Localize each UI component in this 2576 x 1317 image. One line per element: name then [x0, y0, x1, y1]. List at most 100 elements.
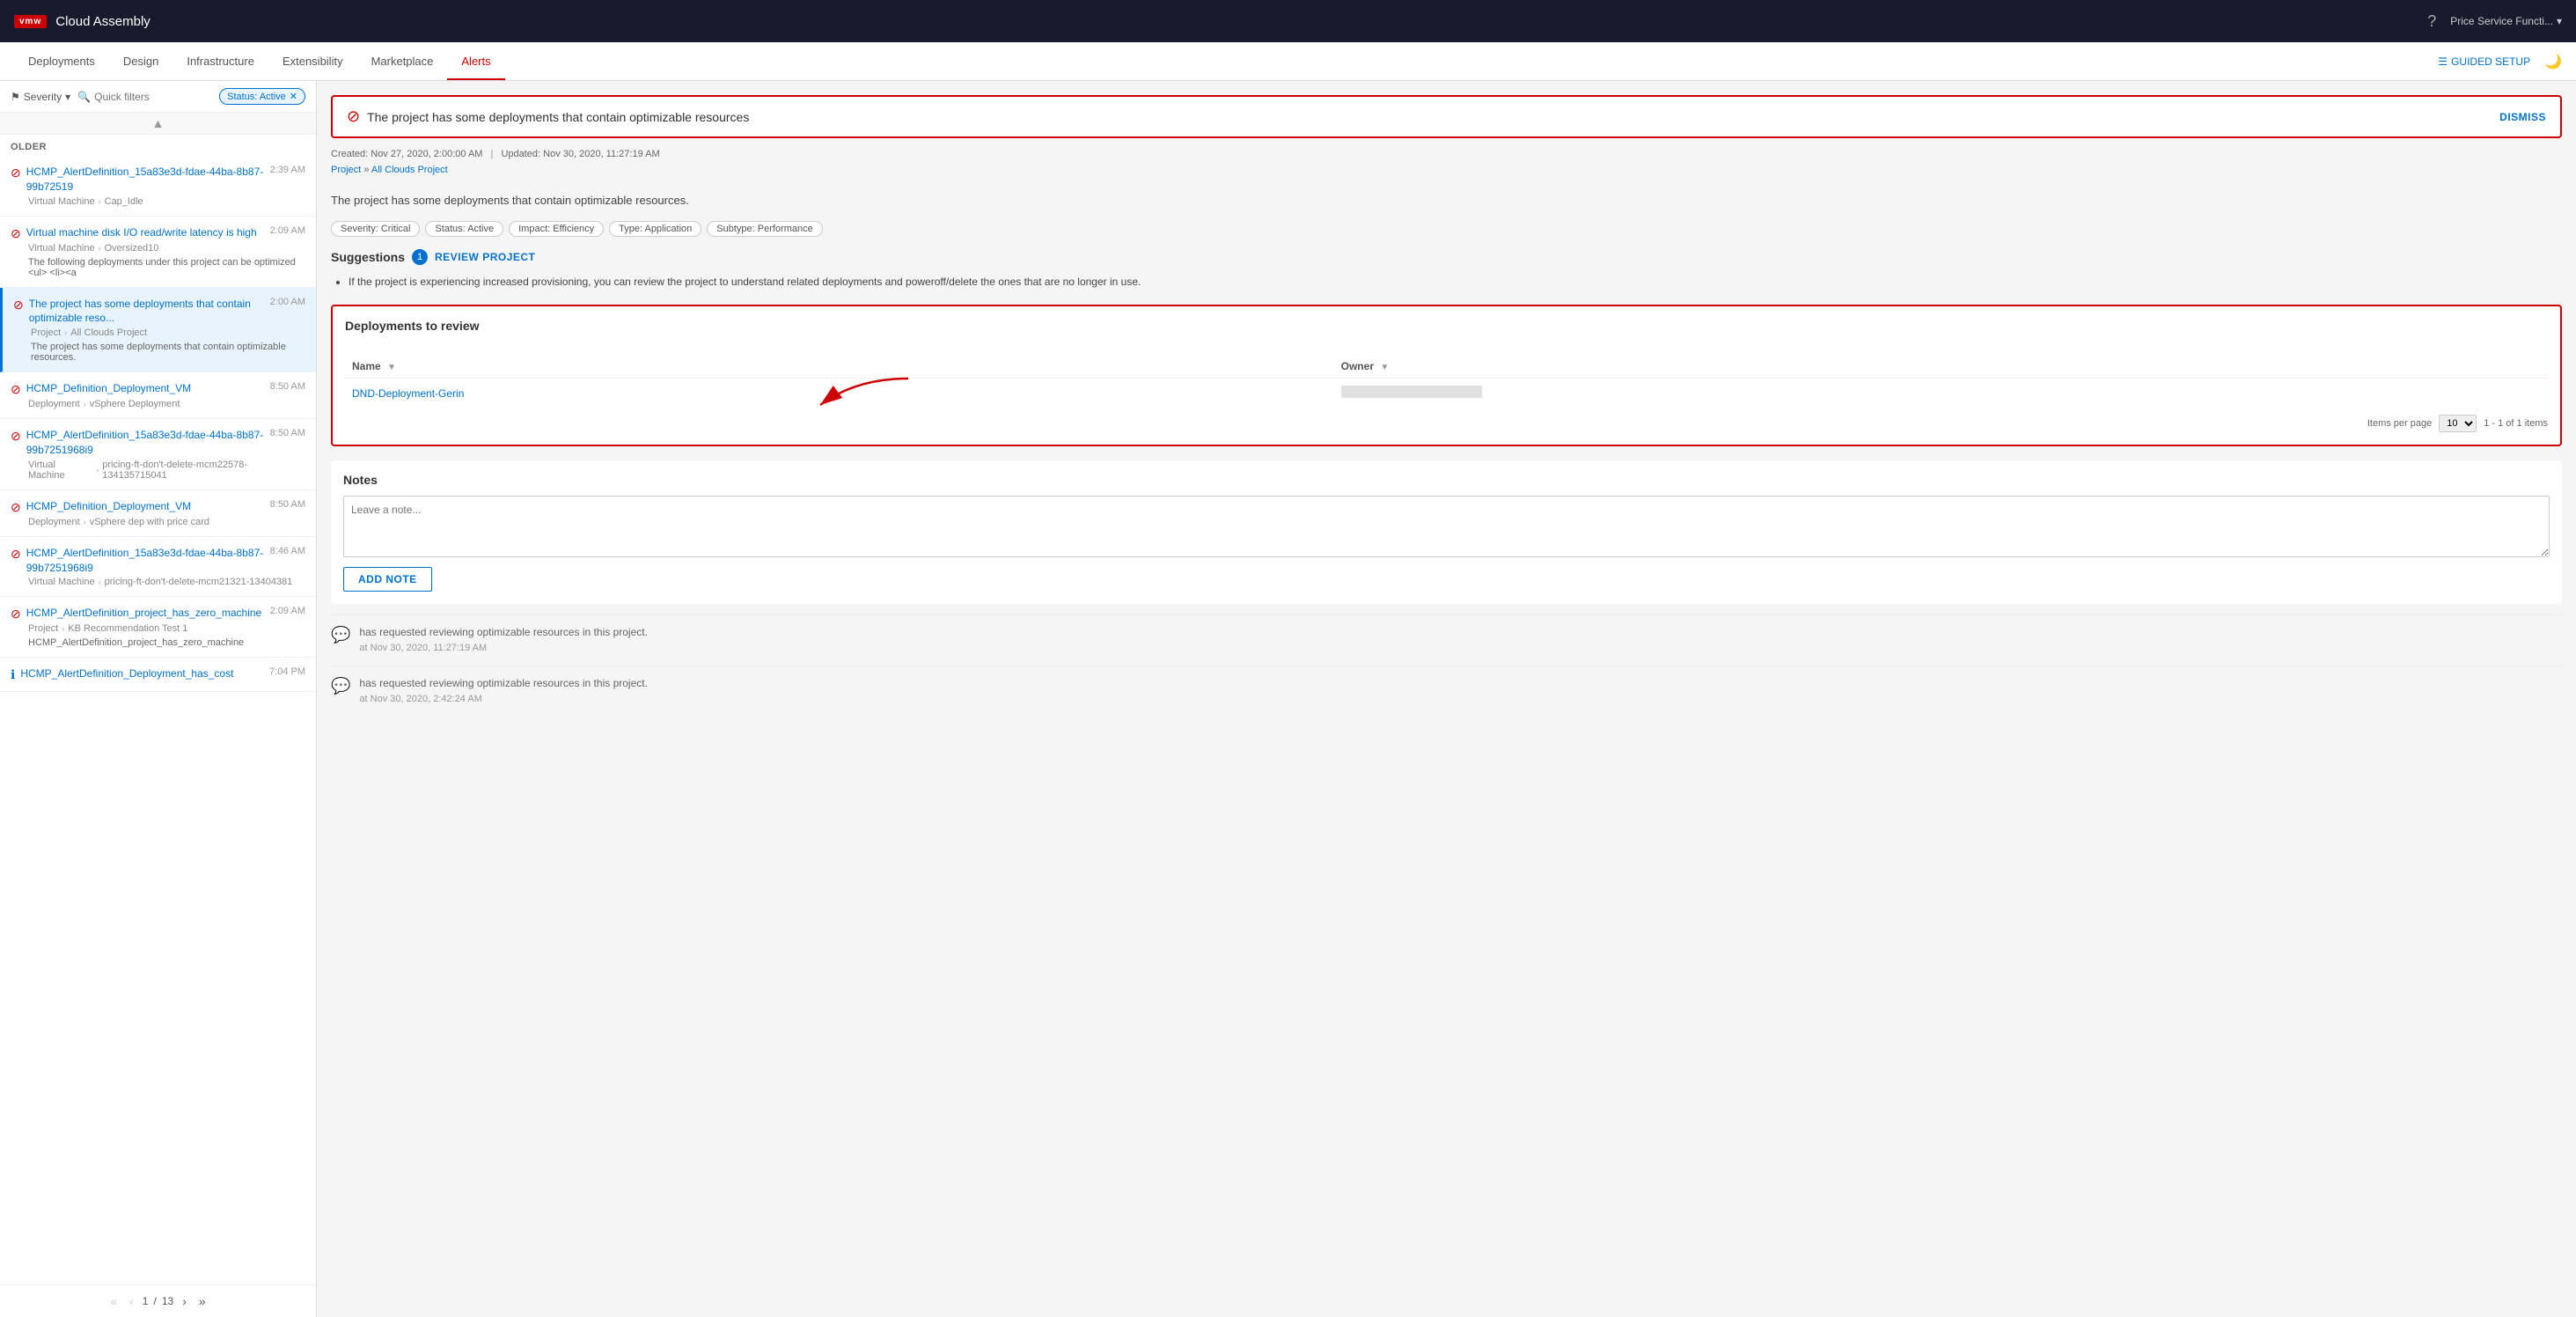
alert-title-2: Virtual machine disk I/O read/write late…: [26, 225, 265, 240]
help-icon[interactable]: ?: [2427, 12, 2436, 31]
alert-item-header-1: ⊘HCMP_AlertDefinition_15a83e3d-fdae-44ba…: [11, 165, 305, 195]
subtitle-type-3: Project: [31, 327, 61, 338]
alert-time-6: 8:50 AM: [270, 499, 305, 510]
next-page-button[interactable]: ›: [179, 1292, 190, 1310]
chevron-sep-8: ›: [62, 624, 64, 633]
activity-text-0: has requested reviewing optimizable reso…: [359, 624, 648, 641]
alert-title-9: HCMP_AlertDefinition_Deployment_has_cost: [20, 666, 264, 681]
alert-time-4: 8:50 AM: [270, 381, 305, 392]
tag-4: Subtype: Performance: [707, 221, 822, 237]
subtitle-type-2: Virtual Machine: [28, 243, 95, 254]
scroll-up-button[interactable]: ▲: [152, 116, 165, 130]
owner-placeholder-0: [1341, 386, 1482, 398]
subtitle-type-6: Deployment: [28, 517, 80, 527]
first-page-button[interactable]: «: [106, 1292, 121, 1310]
theme-toggle[interactable]: 🌙: [2544, 53, 2562, 70]
alert-item-3[interactable]: ⊘The project has some deployments that c…: [0, 288, 316, 373]
tab-extensibility[interactable]: Extensibility: [268, 44, 357, 80]
filter-icon: ⚑: [11, 91, 20, 103]
notes-section: Notes ADD NOTE: [331, 460, 2562, 604]
severity-label: Severity: [24, 91, 62, 103]
review-project-button[interactable]: REVIEW PROJECT: [435, 251, 535, 263]
tab-alerts[interactable]: Alerts: [447, 44, 504, 80]
items-per-page-select[interactable]: 102550: [2439, 415, 2477, 432]
alert-item-4[interactable]: ⊘HCMP_Definition_Deployment_VM8:50 AMDep…: [0, 372, 316, 419]
activity-time-1: at Nov 30, 2020, 2:42:24 AM: [359, 692, 648, 708]
alert-item-header-6: ⊘HCMP_Definition_Deployment_VM8:50 AM: [11, 499, 305, 515]
breadcrumb-link1[interactable]: Project: [331, 165, 361, 175]
tab-infrastructure[interactable]: Infrastructure: [172, 44, 268, 80]
alert-title-6: HCMP_Definition_Deployment_VM: [26, 499, 265, 514]
breadcrumb-link2[interactable]: All Clouds Project: [371, 165, 448, 175]
alert-item-1[interactable]: ⊘HCMP_AlertDefinition_15a83e3d-fdae-44ba…: [0, 156, 316, 217]
subtitle-value-7[interactable]: pricing-ft-don't-delete-mcm21321-1340438…: [105, 577, 293, 587]
guided-setup-link[interactable]: ☰ GUIDED SETUP: [2438, 55, 2530, 68]
chevron-sep-2: ›: [99, 244, 101, 253]
subtitle-value-6[interactable]: vSphere dep with price card: [90, 517, 209, 527]
alert-info-icon-9: ℹ: [11, 667, 15, 682]
alert-error-icon-2: ⊘: [11, 226, 21, 241]
subtitle-value-5[interactable]: pricing-ft-don't-delete-mcm22578-1341357…: [102, 460, 305, 481]
quick-filter-search[interactable]: 🔍: [77, 91, 212, 103]
alert-item-7[interactable]: ⊘HCMP_AlertDefinition_15a83e3d-fdae-44ba…: [0, 537, 316, 598]
detail-alert-box: ⊘ The project has some deployments that …: [331, 95, 2562, 138]
alert-subtitle-3: Project›All Clouds Project: [31, 327, 305, 338]
alert-item-5[interactable]: ⊘HCMP_AlertDefinition_15a83e3d-fdae-44ba…: [0, 419, 316, 490]
tab-design[interactable]: Design: [109, 44, 172, 80]
last-page-button[interactable]: »: [195, 1292, 209, 1310]
sort-owner-icon[interactable]: ▼: [1380, 363, 1389, 372]
dep-pagination: Items per page 102550 1 - 1 of 1 items: [345, 408, 2548, 432]
tag-2: Impact: Efficiency: [509, 221, 604, 237]
alert-subtitle-4: Deployment›vSphere Deployment: [28, 399, 305, 409]
notes-title: Notes: [343, 473, 2550, 487]
breadcrumb-row: Project » All Clouds Project: [331, 165, 2562, 175]
total-pages: 13: [162, 1295, 173, 1307]
alert-subtitle-1: Virtual Machine›Cap_Idle: [28, 196, 305, 207]
alert-title-5: HCMP_AlertDefinition_15a83e3d-fdae-44ba-…: [26, 428, 265, 458]
alert-error-icon-4: ⊘: [11, 382, 21, 397]
left-panel: ⚑ Severity ▾ 🔍 Status: Active ✕ ▲ Older …: [0, 81, 317, 1317]
tag-1: Status: Active: [425, 221, 503, 237]
search-input[interactable]: [94, 91, 212, 103]
dep-name-link-0[interactable]: DND-Deployment-Gerin: [352, 387, 464, 400]
add-note-button[interactable]: ADD NOTE: [343, 567, 432, 592]
subtitle-value-8[interactable]: KB Recommendation Test 1: [68, 623, 187, 634]
updated-label: Updated: Nov 30, 2020, 11:27:19 AM: [501, 149, 659, 159]
alert-time-2: 2:09 AM: [270, 225, 305, 236]
tab-marketplace[interactable]: Marketplace: [357, 44, 448, 80]
chip-close-icon[interactable]: ✕: [290, 91, 297, 102]
notes-textarea[interactable]: [343, 496, 2550, 557]
subtitle-value-3[interactable]: All Clouds Project: [70, 327, 147, 338]
alert-title-7: HCMP_AlertDefinition_15a83e3d-fdae-44ba-…: [26, 546, 265, 576]
activity-time-0: at Nov 30, 2020, 11:27:19 AM: [359, 641, 648, 657]
guided-setup-icon: ☰: [2438, 55, 2448, 68]
alert-item-6[interactable]: ⊘HCMP_Definition_Deployment_VM8:50 AMDep…: [0, 490, 316, 537]
tab-deployments[interactable]: Deployments: [14, 44, 109, 80]
app-title: Cloud Assembly: [55, 14, 150, 29]
user-area[interactable]: Price Service Functi... ▾: [2450, 15, 2562, 27]
prev-page-button[interactable]: ‹: [126, 1292, 137, 1310]
navtabs: Deployments Design Infrastructure Extens…: [0, 42, 2576, 81]
subtitle-value-4[interactable]: vSphere Deployment: [90, 399, 180, 409]
tags-row: Severity: Critical Status: Active Impact: …: [331, 221, 2562, 237]
activity-item-0: 💬has requested reviewing optimizable res…: [331, 614, 2562, 666]
alert-item-2[interactable]: ⊘ Virtual machine disk I/O read/write lat…: [0, 217, 316, 288]
alert-time-9: 7:04 PM: [269, 666, 305, 677]
guided-setup-label: GUIDED SETUP: [2451, 55, 2530, 68]
activity-item-1: 💬has requested reviewing optimizable res…: [331, 666, 2562, 717]
active-status-chip[interactable]: Status: Active ✕: [219, 88, 305, 105]
severity-filter[interactable]: ⚑ Severity ▾: [11, 91, 70, 103]
subtitle-value-2[interactable]: Oversized10: [105, 243, 159, 254]
dismiss-button[interactable]: DISMISS: [2499, 111, 2546, 123]
alert-item-header-3: ⊘The project has some deployments that c…: [13, 297, 305, 327]
detail-description: The project has some deployments that co…: [331, 194, 2562, 207]
alert-title-8: HCMP_AlertDefinition_project_has_zero_ma…: [26, 606, 265, 621]
tag-0: Severity: Critical: [331, 221, 420, 237]
alert-item-8[interactable]: ⊘HCMP_AlertDefinition_project_has_zero_m…: [0, 597, 316, 658]
subtitle-value-1[interactable]: Cap_Idle: [105, 196, 143, 207]
sort-name-icon[interactable]: ▼: [387, 363, 396, 372]
col-name-header: Name ▼: [345, 355, 1334, 379]
col-owner-header: Owner ▼: [1334, 355, 2548, 379]
alert-error-icon-1: ⊘: [11, 166, 21, 180]
alert-item-9[interactable]: ℹ HCMP_AlertDefinition_Deployment_has_cos…: [0, 658, 316, 692]
